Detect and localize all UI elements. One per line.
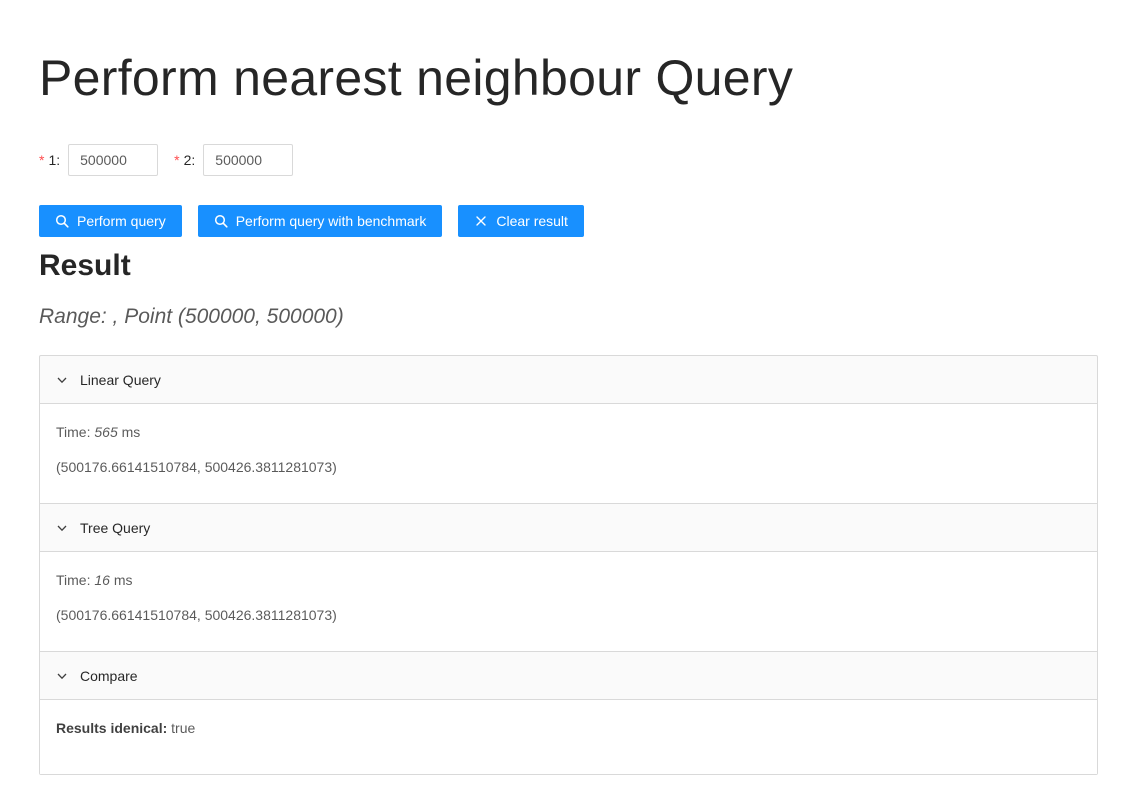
panel-compare: Compare Results idenical: true [40, 652, 1097, 774]
panel-title: Linear Query [80, 371, 161, 388]
field-1-label: 1: [48, 152, 61, 168]
query-form: * 1: * 2: [39, 144, 309, 176]
panel-header-tree-query[interactable]: Tree Query [40, 504, 1097, 551]
panel-header-linear-query[interactable]: Linear Query [40, 356, 1097, 403]
panel-title: Compare [80, 667, 138, 684]
compare-line: Results idenical: true [56, 718, 1081, 739]
compare-label: Results idenical: [56, 720, 168, 736]
required-mark: * [174, 152, 180, 168]
chevron-down-icon [56, 522, 68, 534]
time-value: 16 [94, 572, 110, 588]
required-mark: * [39, 152, 45, 168]
time-line: Time: 565 ms [56, 424, 141, 440]
panel-content-tree-query: Time: 16 ms (500176.66141510784, 500426.… [40, 551, 1097, 651]
panel-linear-query: Linear Query Time: 565 ms (500176.661415… [40, 356, 1097, 504]
action-buttons: Perform query Perform query with benchma… [39, 205, 600, 237]
coordinate-1-input[interactable] [68, 144, 159, 176]
perform-benchmark-label: Perform query with benchmark [235, 213, 427, 229]
nearest-point: (500176.66141510784, 500426.3811281073) [56, 459, 337, 475]
field-1: * 1: [39, 144, 159, 176]
nearest-point: (500176.66141510784, 500426.3811281073) [56, 607, 337, 623]
chevron-down-icon [56, 670, 68, 682]
range-text: Range: , Point (500000, 500000) [39, 305, 344, 328]
panel-title: Tree Query [80, 519, 151, 536]
field-2: * 2: [174, 144, 294, 176]
perform-query-label: Perform query [77, 213, 166, 229]
close-icon [474, 214, 488, 228]
result-heading: Result [39, 249, 131, 282]
panel-header-compare[interactable]: Compare [40, 652, 1097, 699]
time-value: 565 [94, 424, 118, 440]
time-line: Time: 16 ms [56, 572, 133, 588]
coordinate-2-input[interactable] [203, 144, 294, 176]
search-icon [55, 214, 69, 228]
compare-value: true [171, 720, 196, 736]
results-collapse: Linear Query Time: 565 ms (500176.661415… [39, 355, 1098, 775]
panel-tree-query: Tree Query Time: 16 ms (500176.661415107… [40, 504, 1097, 652]
chevron-down-icon [56, 374, 68, 386]
search-icon [214, 214, 228, 228]
page: Perform nearest neighbour Query * 1: * 2… [0, 0, 1135, 807]
field-2-label: 2: [183, 152, 196, 168]
panel-content-linear-query: Time: 565 ms (500176.66141510784, 500426… [40, 403, 1097, 503]
panel-content-compare: Results idenical: true [40, 699, 1097, 774]
clear-result-label: Clear result [496, 213, 568, 229]
perform-query-button[interactable]: Perform query [39, 205, 182, 237]
page-title: Perform nearest neighbour Query [39, 50, 794, 106]
clear-result-button[interactable]: Clear result [458, 205, 584, 237]
perform-benchmark-button[interactable]: Perform query with benchmark [197, 205, 443, 237]
